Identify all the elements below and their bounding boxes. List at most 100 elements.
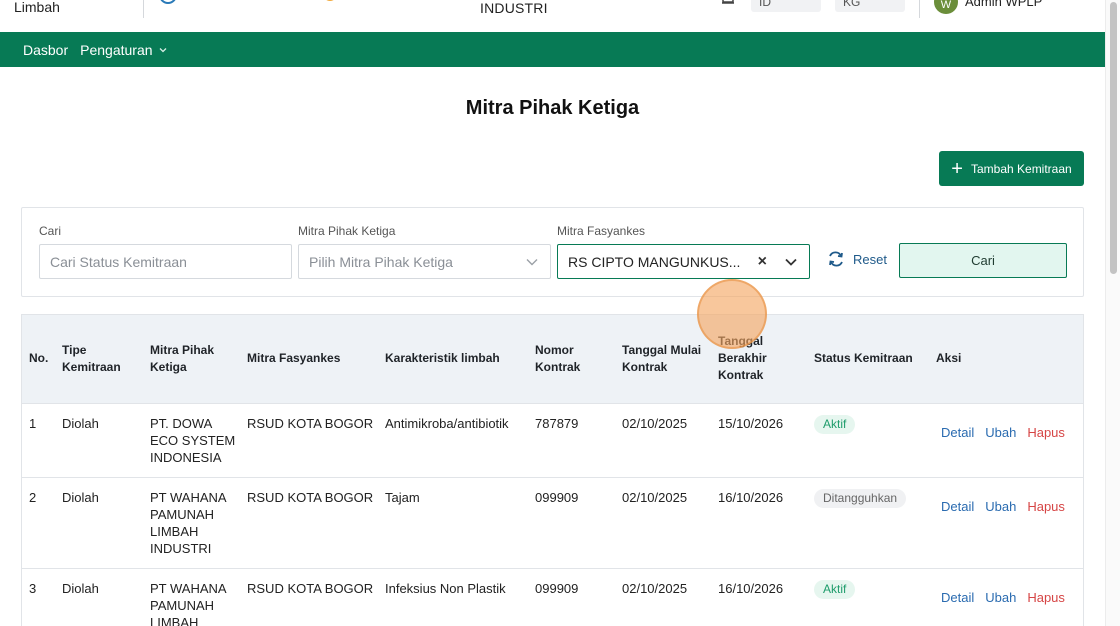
- edit-link[interactable]: Ubah: [985, 425, 1016, 440]
- header-text: Kemitraan: [62, 359, 121, 374]
- cell-status: Ditangguhkan: [814, 477, 936, 568]
- reset-button[interactable]: Reset: [827, 251, 887, 267]
- search-button[interactable]: Cari: [899, 243, 1067, 278]
- cell-line: LIMBAH: [150, 614, 199, 626]
- chevron-down-icon[interactable]: [785, 258, 797, 266]
- language-label: ID: [759, 0, 771, 9]
- cell-status: Aktif: [814, 403, 936, 477]
- unit-selector[interactable]: KG: [835, 0, 905, 12]
- column-header-aksi: Aksi: [936, 315, 1083, 403]
- mitra-pihak-ketiga-label: Mitra Pihak Ketiga: [298, 224, 396, 238]
- header-text: Karakteristik limbah: [385, 351, 500, 366]
- plus-icon: +: [951, 157, 963, 180]
- un-logo-icon: [440, 0, 454, 8]
- search-placeholder: Cari Status Kemitraan: [50, 253, 187, 270]
- column-header-tanggal-berakhir: Tanggal Berakhir Kontrak: [718, 315, 814, 403]
- edit-link[interactable]: Ubah: [985, 499, 1016, 514]
- cell-tipe: Diolah: [62, 580, 99, 596]
- header-text: Tanggal Mulai: [622, 342, 702, 357]
- clear-icon[interactable]: ×: [758, 253, 767, 271]
- cell-karakteristik: Antimikroba/antibiotik: [385, 415, 509, 431]
- header-text: Kontrak: [718, 368, 764, 383]
- cell-no: 1: [29, 415, 37, 431]
- main-navbar: Dasbor Pengaturan: [0, 32, 1105, 67]
- chevron-down-icon: [159, 47, 167, 52]
- cell-tanggal-mulai: 02/10/2025: [622, 415, 688, 431]
- mitra-fasyankes-select[interactable]: RS CIPTO MANGUNKUS... ×: [557, 244, 810, 279]
- detail-link[interactable]: Detail: [941, 590, 974, 605]
- refresh-icon: [829, 251, 843, 267]
- cell-line: PT WAHANA: [150, 580, 227, 596]
- column-header-status: Status Kemitraan: [814, 315, 936, 403]
- status-badge: Aktif: [814, 579, 856, 599]
- cell-mitra-pihak-ketiga: PT. DOWA ECO SYSTEM INDONESIA: [150, 403, 247, 477]
- cell-actions: Detail Ubah Hapus: [936, 568, 1083, 626]
- cell-tanggal-berakhir: 15/10/2026: [718, 415, 784, 431]
- header-text: Tipe: [62, 342, 87, 357]
- user-name[interactable]: Admin WPLP: [965, 0, 1042, 9]
- delete-link[interactable]: Hapus: [1027, 425, 1065, 440]
- cell-line: PT. DOWA: [150, 415, 213, 431]
- detail-link[interactable]: Detail: [941, 499, 974, 514]
- header-text: Mitra Pihak: [150, 342, 215, 357]
- cell-no: 3: [29, 580, 37, 596]
- delete-link[interactable]: Hapus: [1027, 499, 1065, 514]
- status-badge: Ditangguhkan: [814, 488, 907, 508]
- avatar[interactable]: W: [934, 0, 958, 14]
- cell-line: ECO SYSTEM: [150, 432, 236, 448]
- header-text: Ketiga: [150, 359, 187, 374]
- column-header-tanggal-mulai: Tanggal Mulai Kontrak: [622, 315, 718, 403]
- header-text: Status Kemitraan: [814, 351, 913, 366]
- status-badge: Aktif: [814, 414, 856, 434]
- header-text: Berakhir: [718, 351, 767, 366]
- mitra-fasyankes-label: Mitra Fasyankes: [557, 224, 646, 238]
- partner-logo-icon: [242, 0, 292, 8]
- cell-nomor-kontrak: 099909: [535, 580, 579, 596]
- cell-mitra-fasyankes: RSUD KOTA BOGOR: [247, 489, 374, 505]
- nav-item-dasbor[interactable]: Dasbor: [23, 42, 68, 58]
- cell-line: INDONESIA: [150, 449, 222, 465]
- search-label: Cari: [39, 224, 62, 238]
- column-header-karakteristik: Karakteristik limbah: [385, 315, 535, 403]
- kesling-logo-icon: [326, 0, 334, 1]
- table-row: 3 Diolah PT WAHANA PAMUNAH LIMBAH RSUD KOT…: [22, 568, 1083, 626]
- header-divider: [919, 0, 920, 18]
- header-text: Kontrak: [535, 359, 581, 374]
- page-title: Mitra Pihak Ketiga: [465, 97, 640, 119]
- search-input[interactable]: Cari Status Kemitraan: [39, 244, 292, 279]
- cell-mitra-pihak-ketiga: PT WAHANA PAMUNAH LIMBAH: [150, 568, 247, 626]
- column-header-nomor-kontrak: Nomor Kontrak: [535, 315, 622, 403]
- header-text: No.: [29, 351, 49, 366]
- mitra-fasyankes-value: RS CIPTO MANGUNKUS...: [568, 253, 741, 270]
- column-header-no: No.: [22, 315, 62, 403]
- column-header-tipe: Tipe Kemitraan: [62, 315, 150, 403]
- ministry-logo-icon: [160, 0, 176, 4]
- cell-tanggal-berakhir: 16/10/2026: [718, 489, 784, 505]
- add-button-label: Tambah Kemitraan: [970, 161, 1072, 176]
- cell-mitra-fasyankes: RSUD KOTA BOGOR: [247, 580, 374, 596]
- detail-link[interactable]: Detail: [941, 425, 974, 440]
- nav-item-pengaturan[interactable]: Pengaturan: [80, 42, 167, 58]
- scrollbar-thumb[interactable]: [1110, 2, 1117, 274]
- cell-karakteristik: Infeksius Non Plastik: [385, 580, 506, 596]
- cell-actions: Detail Ubah Hapus: [936, 477, 1083, 568]
- header-text: Mitra Fasyankes: [247, 351, 341, 366]
- page-scrollbar[interactable]: [1105, 0, 1120, 626]
- edit-link[interactable]: Ubah: [985, 590, 1016, 605]
- column-header-mitra-pihak-ketiga: Mitra Pihak Ketiga: [150, 315, 247, 403]
- mitra-pihak-ketiga-select[interactable]: Pilih Mitra Pihak Ketiga: [298, 244, 551, 279]
- header-text: Kontrak: [622, 359, 668, 374]
- cell-actions: Detail Ubah Hapus: [936, 403, 1083, 477]
- delete-link[interactable]: Hapus: [1027, 590, 1065, 605]
- cell-tipe: Diolah: [62, 415, 99, 431]
- language-selector[interactable]: ID: [751, 0, 821, 12]
- cell-line: PAMUNAH: [150, 597, 215, 613]
- bell-icon[interactable]: [720, 0, 736, 8]
- cell-nomor-kontrak: 099909: [535, 489, 579, 505]
- cell-no: 2: [29, 489, 37, 505]
- cell-line: INDUSTRI: [150, 540, 212, 556]
- add-partnership-button[interactable]: + Tambah Kemitraan: [939, 151, 1084, 186]
- cell-status: Aktif: [814, 568, 936, 626]
- cell-line: PAMUNAH: [150, 506, 215, 522]
- reset-label: Reset: [853, 251, 887, 267]
